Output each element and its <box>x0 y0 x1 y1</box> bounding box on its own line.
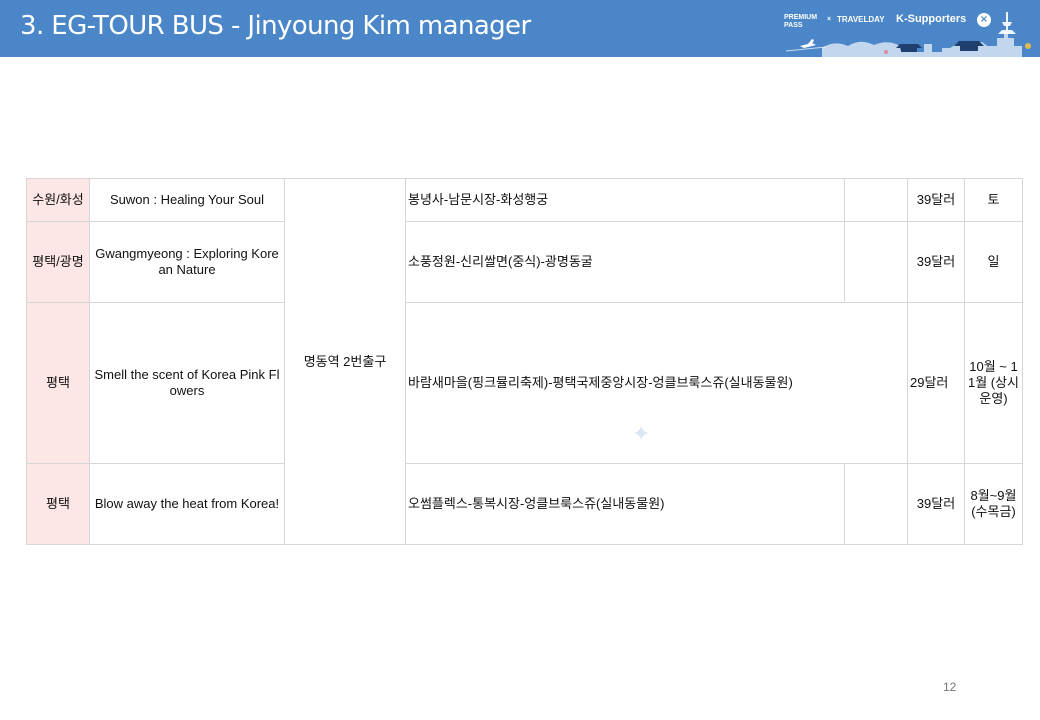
page-number: 12 <box>943 680 957 694</box>
tour-name-cell: Gwangmyeong : Exploring Korean Nature <box>89 221 285 303</box>
price-cell: 29달러 <box>907 302 965 464</box>
region-cell: 수원/화성 <box>26 178 90 222</box>
tour-table: 수원/화성 Suwon : Healing Your Soul 명동역 2번출구… <box>26 178 1023 545</box>
table-row: 평택 Blow away the heat from Korea! 오썸플렉스-… <box>26 463 1023 545</box>
page-title: 3. EG-TOUR BUS - Jinyoung Kim manager <box>20 11 531 41</box>
day-cell: 일 <box>964 221 1023 303</box>
day-cell: 토 <box>964 178 1023 222</box>
empty-cell <box>844 178 908 222</box>
close-icon: × <box>977 13 991 27</box>
travelday-logo: TRAVELDAY <box>837 15 885 24</box>
route-cell: 바람새마을(핑크뮬리축제)-평택국제중앙시장-엉클브룩스쥬(실내동물원) <box>405 302 908 464</box>
price-cell: 39달러 <box>907 221 965 303</box>
region-cell: 평택 <box>26 463 90 545</box>
table-row: 평택 Smell the scent of Korea Pink Flowers… <box>26 302 1023 464</box>
header-bar: 3. EG-TOUR BUS - Jinyoung Kim manager PR… <box>0 0 1040 57</box>
empty-cell <box>844 463 908 545</box>
day-cell: 8월~9월 (수목금) <box>964 463 1023 545</box>
route-cell: 소풍정원-신리쌀면(중식)-광명동굴 <box>405 221 845 303</box>
route-cell: 오썸플렉스-통복시장-엉클브룩스쥬(실내동물원) <box>405 463 845 545</box>
k-supporters-logo: K-Supporters <box>896 13 967 25</box>
region-cell: 평택 <box>26 302 90 464</box>
price-cell: 39달러 <box>907 463 965 545</box>
table-row: 평택/광명 Gwangmyeong : Exploring Korean Nat… <box>26 221 1023 303</box>
day-cell: 10월 ~ 11월 (상시운영) <box>964 302 1023 464</box>
empty-cell <box>844 221 908 303</box>
price-cell: 39달러 <box>907 178 965 222</box>
tour-name-cell: Smell the scent of Korea Pink Flowers <box>89 302 285 464</box>
tour-name-cell: Suwon : Healing Your Soul <box>89 178 285 222</box>
route-cell: 봉녕사-남문시장-화성행궁 <box>405 178 845 222</box>
premium-pass-logo: PREMIUM PASS <box>784 14 818 29</box>
table-row: 수원/화성 Suwon : Healing Your Soul 명동역 2번출구… <box>26 178 1023 545</box>
sparkle-icon: ✦ <box>632 422 651 447</box>
brand-separator: × <box>827 16 832 23</box>
region-cell: 평택/광명 <box>26 221 90 303</box>
tour-name-cell: Blow away the heat from Korea! <box>89 463 285 545</box>
brand-logos: PREMIUM PASS × TRAVELDAY K-Supporters × <box>782 8 1040 57</box>
meeting-point-cell: 명동역 2번출구 <box>284 178 406 545</box>
